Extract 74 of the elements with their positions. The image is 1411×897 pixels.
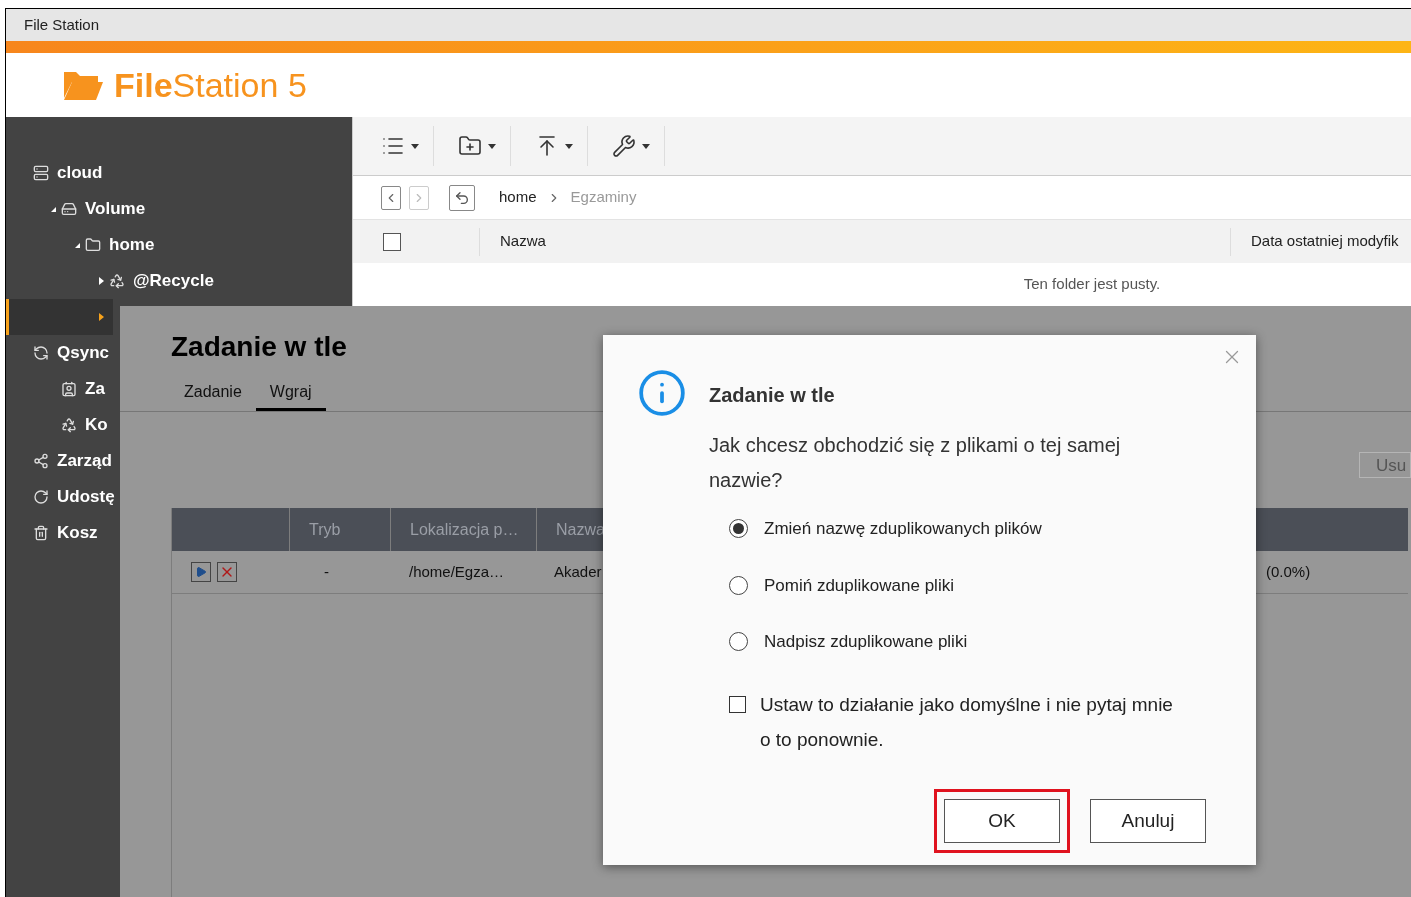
tree-label: Volume <box>85 198 146 221</box>
caret-icon <box>488 143 496 149</box>
radio-button[interactable] <box>729 632 748 652</box>
radio-button[interactable] <box>729 519 748 539</box>
new-folder-icon <box>458 134 482 158</box>
select-all-checkbox[interactable] <box>383 232 401 251</box>
dialog-button[interactable]: Anuluj <box>1090 799 1206 843</box>
sync-icon <box>33 345 49 361</box>
column-header: Lokalizacja p… <box>410 519 519 540</box>
tree-item[interactable]: home <box>6 227 159 263</box>
recycle-icon <box>61 417 77 433</box>
drive-icon <box>61 201 77 217</box>
folder-icon <box>85 237 101 253</box>
info-icon <box>637 368 687 418</box>
dialog-message: Jak chcesz obchodzić się z plikami o tej samej nazwie? <box>709 433 1122 493</box>
tree-label: Zarząd <box>57 450 112 473</box>
table-cell: - <box>324 563 329 580</box>
share-icon <box>33 453 49 469</box>
play-button[interactable] <box>191 562 211 582</box>
tree-label: Qsync <box>57 342 109 365</box>
cancel-button[interactable] <box>217 562 237 582</box>
tree-label: Ko <box>85 414 108 437</box>
dialog-button[interactable]: OK <box>944 799 1060 843</box>
column-header: Data ostatniej modyfik <box>1251 231 1400 252</box>
caret-icon <box>411 143 419 149</box>
tree-label: Udostę <box>57 486 115 509</box>
tree-label: Za <box>85 378 105 401</box>
caret-icon <box>642 143 650 149</box>
column-header: Nazwa <box>500 231 547 252</box>
breadcrumb-link[interactable]: home <box>499 186 537 209</box>
tree-label: home <box>109 234 155 257</box>
radio-option[interactable]: Zmień nazwę zduplikowanych plików <box>729 516 1256 542</box>
rotate-icon <box>33 489 49 505</box>
tree-item[interactable]: Ko <box>6 407 112 443</box>
tree-item[interactable]: cloud <box>6 155 107 191</box>
parent-folder-button[interactable] <box>449 184 475 211</box>
radio-option[interactable]: Pomiń zduplikowane pliki <box>729 572 1256 598</box>
table-cell: /home/Egza… <box>409 563 505 580</box>
tree-item[interactable]: Volume <box>6 191 150 227</box>
tree-item[interactable]: Zarząd <box>6 443 116 479</box>
panel-tab[interactable]: Zadanie <box>170 380 256 411</box>
app-logo-text: FileStation 5 <box>114 64 307 106</box>
table-cell: Akader <box>554 563 602 580</box>
wrench-icon <box>612 134 636 158</box>
column-header: Tryb <box>309 519 341 540</box>
dialog-title: Zadanie w tle <box>709 383 836 408</box>
checkbox[interactable] <box>729 695 746 713</box>
radio-button[interactable] <box>729 575 748 595</box>
server-icon <box>33 165 49 181</box>
empty-folder-message: Ten folder jest pusty. <box>1023 274 1161 295</box>
tree-item[interactable]: Udostę <box>6 479 119 515</box>
tree-item[interactable]: Kosz <box>6 515 102 551</box>
checkbox-label: Ustaw to działanie jako domyślne i nie pytaj mnie o to ponownie. <box>760 692 1174 752</box>
table-cell: (0.0%) <box>1266 563 1311 580</box>
contact-icon <box>61 381 77 397</box>
caret-icon <box>565 143 573 149</box>
tree-label: Kosz <box>57 522 98 545</box>
column-header: Nazwa <box>556 519 605 540</box>
play-icon <box>195 566 207 578</box>
tree-item[interactable]: @Recycle <box>6 263 218 299</box>
radio-option[interactable]: Nadpisz zduplikowane pliki <box>729 629 1256 655</box>
tree-item[interactable]: Qsync <box>6 335 113 371</box>
tree-label: cloud <box>57 162 103 185</box>
tree-item[interactable] <box>6 299 113 335</box>
panel-tab[interactable]: Wgraj <box>255 380 326 411</box>
tree-item[interactable]: Za <box>6 371 109 407</box>
tree-label: @Recycle <box>133 270 214 293</box>
back-button[interactable] <box>381 185 401 210</box>
return-arrow-icon <box>454 189 470 206</box>
trash-icon <box>33 525 49 541</box>
panel-title: Zadanie w tle <box>171 331 347 362</box>
window-title: File Station <box>24 14 100 35</box>
recycle-icon <box>109 273 125 289</box>
expand-arrow-icon[interactable] <box>99 313 104 321</box>
